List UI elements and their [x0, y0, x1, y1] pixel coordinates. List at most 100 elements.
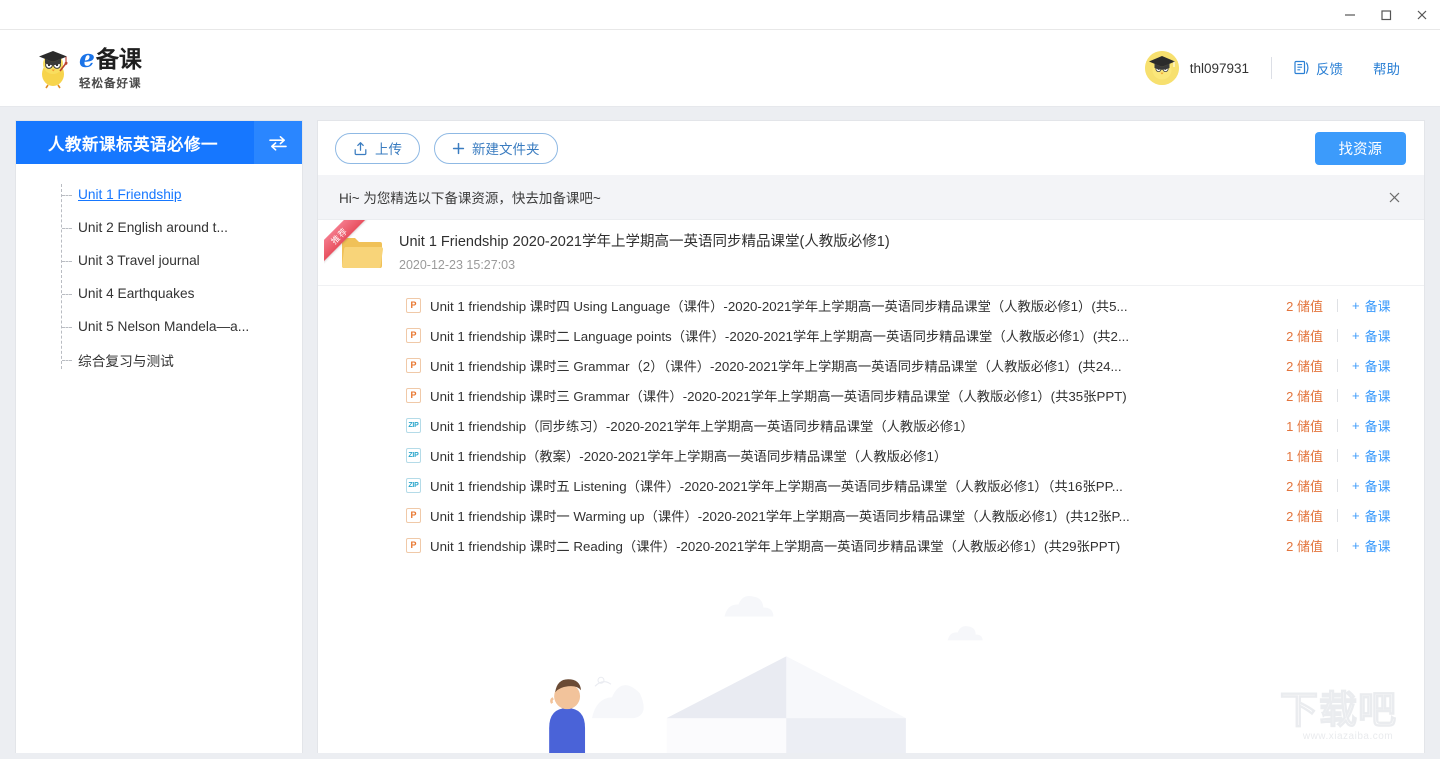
sidebar-item-label: Unit 5 Nelson Mandela—a... — [78, 319, 249, 334]
file-row[interactable]: P Unit 1 friendship 课时四 Using Language（课… — [318, 290, 1424, 320]
file-credit: 2 储值 — [1259, 326, 1323, 345]
folder-title: Unit 1 Friendship 2020-2021学年上学期高一英语同步精品… — [399, 233, 890, 252]
textbook-switch-button[interactable] — [254, 121, 302, 164]
sidebar-item-unit-2[interactable]: Unit 2 English around t... — [16, 211, 302, 244]
feedback-icon — [1294, 60, 1311, 76]
logo-chinese-name: 备课 — [96, 48, 142, 71]
sidebar-item-unit-3[interactable]: Unit 3 Travel journal — [16, 244, 302, 277]
add-to-lesson-button[interactable]: + 备课 — [1352, 506, 1406, 525]
sidebar-item-label: Unit 1 Friendship — [78, 187, 181, 202]
add-to-lesson-button[interactable]: + 备课 — [1352, 326, 1406, 345]
file-row[interactable]: ZIP Unit 1 friendship（同步练习）-2020-2021学年上… — [318, 410, 1424, 440]
help-button[interactable]: 帮助 — [1373, 58, 1400, 78]
avatar[interactable] — [1145, 51, 1179, 85]
help-label: 帮助 — [1373, 58, 1400, 78]
maximize-button[interactable] — [1368, 0, 1404, 30]
file-name: Unit 1 friendship 课时三 Grammar（2）（课件）-202… — [430, 356, 1259, 375]
sidebar-item-label: 综合复习与测试 — [78, 350, 174, 370]
row-divider — [1337, 419, 1338, 432]
file-name: Unit 1 friendship 课时一 Warming up（课件）-202… — [430, 506, 1259, 525]
upload-button[interactable]: 上传 — [335, 133, 420, 164]
plus-icon: + — [1352, 418, 1360, 433]
plus-icon: + — [1352, 388, 1360, 403]
maximize-icon — [1379, 8, 1393, 22]
file-type-icon-ppt: P — [406, 298, 421, 313]
new-folder-button[interactable]: 新建文件夹 — [434, 133, 558, 164]
file-name: Unit 1 friendship（教案）-2020-2021学年上学期高一英语… — [430, 446, 1259, 465]
content-area: Hi~ 为您精选以下备课资源，快去加备课吧~ 推荐 — [317, 175, 1425, 758]
add-to-lesson-label: 备课 — [1365, 416, 1391, 435]
file-type-icon-zip: ZIP — [406, 418, 421, 433]
add-to-lesson-label: 备课 — [1365, 296, 1391, 315]
swap-icon — [268, 134, 288, 152]
app-logo: e 备课 轻松备好课 — [34, 46, 142, 91]
folder-date: 2020-12-23 15:27:03 — [399, 258, 890, 272]
minimize-button[interactable] — [1332, 0, 1368, 30]
plus-icon: + — [1352, 448, 1360, 463]
file-row[interactable]: P Unit 1 friendship 课时二 Reading（课件）-2020… — [318, 530, 1424, 560]
find-resource-button[interactable]: 找资源 — [1315, 132, 1407, 165]
sidebar-item-unit-5[interactable]: Unit 5 Nelson Mandela—a... — [16, 310, 302, 343]
main-panel: 上传 新建文件夹 找资源 Hi~ 为您精选以下备课资源，快去加备课吧~ — [317, 120, 1425, 758]
close-button[interactable] — [1404, 0, 1440, 30]
folder-icon — [340, 235, 384, 271]
add-to-lesson-button[interactable]: + 备课 — [1352, 416, 1406, 435]
file-credit: 2 储值 — [1259, 506, 1323, 525]
file-credit: 2 储值 — [1259, 476, 1323, 495]
logo-tagline: 轻松备好课 — [79, 75, 142, 91]
file-type-icon-ppt: P — [406, 328, 421, 343]
notice-banner: Hi~ 为您精选以下备课资源，快去加备课吧~ — [318, 175, 1424, 220]
logo-chick-icon — [34, 47, 72, 89]
row-divider — [1337, 509, 1338, 522]
file-credit: 2 储值 — [1259, 386, 1323, 405]
file-credit: 1 储值 — [1259, 446, 1323, 465]
logo-wordmark: e 备课 轻松备好课 — [79, 46, 142, 91]
upload-icon — [353, 141, 368, 156]
add-to-lesson-label: 备课 — [1365, 536, 1391, 555]
sidebar-item-review[interactable]: 综合复习与测试 — [16, 343, 302, 376]
file-type-icon-ppt: P — [406, 508, 421, 523]
close-icon — [1415, 8, 1429, 22]
file-row[interactable]: P Unit 1 friendship 课时三 Grammar（课件）-2020… — [318, 380, 1424, 410]
sidebar-item-label: Unit 4 Earthquakes — [78, 286, 194, 301]
file-type-icon-ppt: P — [406, 538, 421, 553]
file-row[interactable]: P Unit 1 friendship 课时二 Language points（… — [318, 320, 1424, 350]
sidebar-item-unit-4[interactable]: Unit 4 Earthquakes — [16, 277, 302, 310]
file-row[interactable]: ZIP Unit 1 friendship 课时五 Listening（课件）-… — [318, 470, 1424, 500]
plus-icon: + — [1352, 478, 1360, 493]
add-to-lesson-button[interactable]: + 备课 — [1352, 386, 1406, 405]
row-divider — [1337, 359, 1338, 372]
header-actions: thl097931 反馈 帮助 — [1145, 51, 1400, 85]
bottom-strip — [0, 753, 1440, 759]
file-credit: 2 储值 — [1259, 536, 1323, 555]
logo-letter-e: e — [79, 46, 95, 71]
add-to-lesson-label: 备课 — [1365, 356, 1391, 375]
feedback-button[interactable]: 反馈 — [1294, 58, 1343, 78]
notice-text: Hi~ 为您精选以下备课资源，快去加备课吧~ — [339, 187, 1384, 207]
sidebar-item-unit-1[interactable]: Unit 1 Friendship — [16, 178, 302, 211]
add-to-lesson-button[interactable]: + 备课 — [1352, 446, 1406, 465]
add-to-lesson-button[interactable]: + 备课 — [1352, 356, 1406, 375]
add-to-lesson-button[interactable]: + 备课 — [1352, 476, 1406, 495]
file-type-icon-zip: ZIP — [406, 448, 421, 463]
file-row[interactable]: ZIP Unit 1 friendship（教案）-2020-2021学年上学期… — [318, 440, 1424, 470]
add-to-lesson-button[interactable]: + 备课 — [1352, 536, 1406, 555]
app-window: e 备课 轻松备好课 — [0, 0, 1440, 759]
row-divider — [1337, 299, 1338, 312]
row-divider — [1337, 449, 1338, 462]
title-bar — [0, 0, 1440, 30]
plus-icon: + — [1352, 508, 1360, 523]
file-row[interactable]: P Unit 1 friendship 课时三 Grammar（2）（课件）-2… — [318, 350, 1424, 380]
plus-icon: + — [1352, 328, 1360, 343]
row-divider — [1337, 329, 1338, 342]
sidebar-header: 人教新课标英语必修一 — [16, 121, 302, 164]
file-name: Unit 1 friendship 课时三 Grammar（课件）-2020-2… — [430, 386, 1259, 405]
folder-meta: Unit 1 Friendship 2020-2021学年上学期高一英语同步精品… — [399, 233, 890, 273]
row-divider — [1337, 539, 1338, 552]
recommended-folder-row[interactable]: 推荐 Unit 1 Friendship 2020-2021学年上学期高一英语同… — [318, 220, 1424, 286]
add-to-lesson-button[interactable]: + 备课 — [1352, 296, 1406, 315]
file-row[interactable]: P Unit 1 friendship 课时一 Warming up（课件）-2… — [318, 500, 1424, 530]
plus-icon: + — [1352, 358, 1360, 373]
unit-tree: Unit 1 Friendship Unit 2 English around … — [16, 164, 302, 758]
notice-close-icon[interactable] — [1384, 187, 1404, 207]
